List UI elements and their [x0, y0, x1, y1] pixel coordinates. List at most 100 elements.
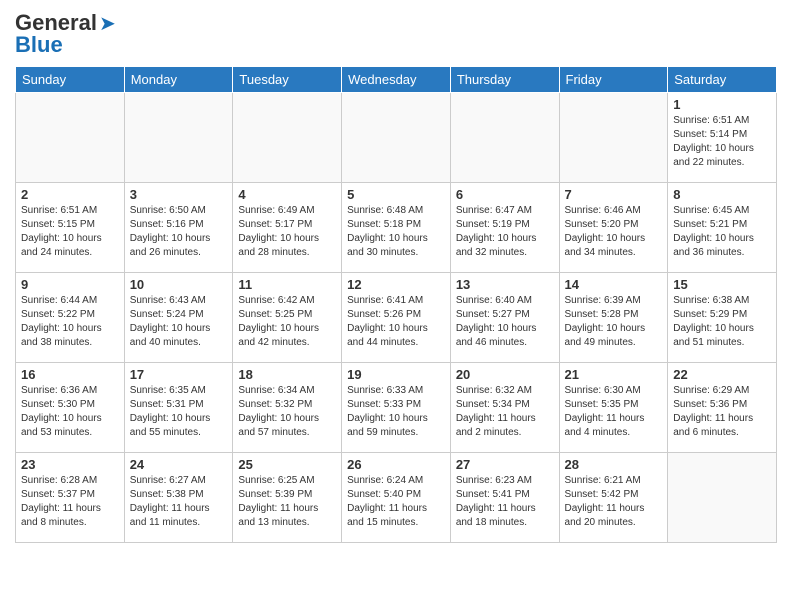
day-number: 11 — [238, 277, 336, 292]
day-info: Sunrise: 6:39 AM Sunset: 5:28 PM Dayligh… — [565, 294, 663, 350]
day-number: 7 — [565, 187, 663, 202]
day-info: Sunrise: 6:30 AM Sunset: 5:35 PM Dayligh… — [565, 384, 663, 440]
day-info: Sunrise: 6:24 AM Sunset: 5:40 PM Dayligh… — [347, 474, 445, 530]
header-monday: Monday — [124, 67, 233, 93]
calendar-cell: 5 Sunrise: 6:48 AM Sunset: 5:18 PM Daylig… — [342, 183, 451, 273]
week-row-0: 1Sunrise: 6:51 AM Sunset: 5:14 PM Daylig… — [16, 93, 777, 183]
day-info: Sunrise: 6:49 AM Sunset: 5:17 PM Dayligh… — [238, 204, 336, 260]
day-number: 3 — [130, 187, 228, 202]
day-number: 17 — [130, 367, 228, 382]
calendar-cell: 10 Sunrise: 6:43 AM Sunset: 5:24 PM Dayli… — [124, 273, 233, 363]
calendar-cell: 23 Sunrise: 6:28 AM Sunset: 5:37 PM Dayli… — [16, 453, 125, 543]
calendar-cell: 27 Sunrise: 6:23 AM Sunset: 5:41 PM Dayli… — [450, 453, 559, 543]
calendar-cell: 22 Sunrise: 6:29 AM Sunset: 5:36 PM Dayli… — [668, 363, 777, 453]
day-info: Sunrise: 6:36 AM Sunset: 5:30 PM Dayligh… — [21, 384, 119, 440]
calendar-cell: 3 Sunrise: 6:50 AM Sunset: 5:16 PM Daylig… — [124, 183, 233, 273]
calendar-cell: 20 Sunrise: 6:32 AM Sunset: 5:34 PM Dayli… — [450, 363, 559, 453]
day-number: 22 — [673, 367, 771, 382]
day-info: Sunrise: 6:33 AM Sunset: 5:33 PM Dayligh… — [347, 384, 445, 440]
day-number: 18 — [238, 367, 336, 382]
calendar-cell — [559, 93, 668, 183]
calendar-cell: 25 Sunrise: 6:25 AM Sunset: 5:39 PM Dayli… — [233, 453, 342, 543]
day-info: Sunrise: 6:35 AM Sunset: 5:31 PM Dayligh… — [130, 384, 228, 440]
day-number: 21 — [565, 367, 663, 382]
calendar-cell: 8Sunrise: 6:45 AM Sunset: 5:21 PM Daylig… — [668, 183, 777, 273]
day-info: Sunrise: 6:21 AM Sunset: 5:42 PM Dayligh… — [565, 474, 663, 530]
calendar-cell — [124, 93, 233, 183]
day-info: Sunrise: 6:44 AM Sunset: 5:22 PM Dayligh… — [21, 294, 119, 350]
day-info: Sunrise: 6:47 AM Sunset: 5:19 PM Dayligh… — [456, 204, 554, 260]
calendar-cell — [16, 93, 125, 183]
day-number: 14 — [565, 277, 663, 292]
day-info: Sunrise: 6:38 AM Sunset: 5:29 PM Dayligh… — [673, 294, 771, 350]
calendar-cell: 9 Sunrise: 6:44 AM Sunset: 5:22 PM Daylig… — [16, 273, 125, 363]
calendar-cell — [668, 453, 777, 543]
calendar-cell: 21 Sunrise: 6:30 AM Sunset: 5:35 PM Dayli… — [559, 363, 668, 453]
day-info: Sunrise: 6:23 AM Sunset: 5:41 PM Dayligh… — [456, 474, 554, 530]
calendar-header-row: SundayMondayTuesdayWednesdayThursdayFrid… — [16, 67, 777, 93]
day-number: 12 — [347, 277, 445, 292]
day-info: Sunrise: 6:29 AM Sunset: 5:36 PM Dayligh… — [673, 384, 771, 440]
logo-bird-icon: ➤ — [99, 11, 116, 36]
day-number: 13 — [456, 277, 554, 292]
header-friday: Friday — [559, 67, 668, 93]
calendar-cell — [233, 93, 342, 183]
day-number: 25 — [238, 457, 336, 472]
week-row-2: 9 Sunrise: 6:44 AM Sunset: 5:22 PM Daylig… — [16, 273, 777, 363]
day-number: 5 — [347, 187, 445, 202]
header-wednesday: Wednesday — [342, 67, 451, 93]
day-info: Sunrise: 6:34 AM Sunset: 5:32 PM Dayligh… — [238, 384, 336, 440]
header-saturday: Saturday — [668, 67, 777, 93]
week-row-3: 16 Sunrise: 6:36 AM Sunset: 5:30 PM Dayli… — [16, 363, 777, 453]
calendar-cell: 14 Sunrise: 6:39 AM Sunset: 5:28 PM Dayli… — [559, 273, 668, 363]
calendar-cell: 4Sunrise: 6:49 AM Sunset: 5:17 PM Daylig… — [233, 183, 342, 273]
logo-blue: Blue — [15, 32, 63, 58]
header: General ➤ Blue — [15, 10, 777, 58]
day-number: 27 — [456, 457, 554, 472]
logo: General ➤ Blue — [15, 10, 116, 58]
day-info: Sunrise: 6:51 AM Sunset: 5:14 PM Dayligh… — [673, 114, 771, 170]
day-number: 8 — [673, 187, 771, 202]
day-info: Sunrise: 6:48 AM Sunset: 5:18 PM Dayligh… — [347, 204, 445, 260]
day-number: 16 — [21, 367, 119, 382]
day-info: Sunrise: 6:46 AM Sunset: 5:20 PM Dayligh… — [565, 204, 663, 260]
calendar-table: SundayMondayTuesdayWednesdayThursdayFrid… — [15, 66, 777, 543]
calendar-cell: 26Sunrise: 6:24 AM Sunset: 5:40 PM Dayli… — [342, 453, 451, 543]
day-number: 15 — [673, 277, 771, 292]
day-info: Sunrise: 6:28 AM Sunset: 5:37 PM Dayligh… — [21, 474, 119, 530]
day-number: 2 — [21, 187, 119, 202]
calendar-cell: 18 Sunrise: 6:34 AM Sunset: 5:32 PM Dayli… — [233, 363, 342, 453]
week-row-4: 23 Sunrise: 6:28 AM Sunset: 5:37 PM Dayli… — [16, 453, 777, 543]
day-info: Sunrise: 6:25 AM Sunset: 5:39 PM Dayligh… — [238, 474, 336, 530]
calendar-cell: 13 Sunrise: 6:40 AM Sunset: 5:27 PM Dayli… — [450, 273, 559, 363]
calendar-cell: 1Sunrise: 6:51 AM Sunset: 5:14 PM Daylig… — [668, 93, 777, 183]
day-number: 20 — [456, 367, 554, 382]
calendar-cell: 2 Sunrise: 6:51 AM Sunset: 5:15 PM Daylig… — [16, 183, 125, 273]
calendar-cell: 19 Sunrise: 6:33 AM Sunset: 5:33 PM Dayli… — [342, 363, 451, 453]
calendar-cell: 7 Sunrise: 6:46 AM Sunset: 5:20 PM Daylig… — [559, 183, 668, 273]
page: General ➤ Blue SundayMondayTuesdayWednes… — [0, 0, 792, 553]
calendar-cell: 11 Sunrise: 6:42 AM Sunset: 5:25 PM Dayli… — [233, 273, 342, 363]
calendar-cell — [342, 93, 451, 183]
day-number: 9 — [21, 277, 119, 292]
day-info: Sunrise: 6:51 AM Sunset: 5:15 PM Dayligh… — [21, 204, 119, 260]
day-number: 24 — [130, 457, 228, 472]
day-info: Sunrise: 6:50 AM Sunset: 5:16 PM Dayligh… — [130, 204, 228, 260]
day-number: 10 — [130, 277, 228, 292]
day-info: Sunrise: 6:40 AM Sunset: 5:27 PM Dayligh… — [456, 294, 554, 350]
week-row-1: 2 Sunrise: 6:51 AM Sunset: 5:15 PM Daylig… — [16, 183, 777, 273]
calendar-cell — [450, 93, 559, 183]
header-thursday: Thursday — [450, 67, 559, 93]
day-info: Sunrise: 6:41 AM Sunset: 5:26 PM Dayligh… — [347, 294, 445, 350]
day-info: Sunrise: 6:42 AM Sunset: 5:25 PM Dayligh… — [238, 294, 336, 350]
calendar-cell: 6Sunrise: 6:47 AM Sunset: 5:19 PM Daylig… — [450, 183, 559, 273]
day-info: Sunrise: 6:32 AM Sunset: 5:34 PM Dayligh… — [456, 384, 554, 440]
calendar-cell: 15 Sunrise: 6:38 AM Sunset: 5:29 PM Dayli… — [668, 273, 777, 363]
day-number: 23 — [21, 457, 119, 472]
calendar-cell: 12 Sunrise: 6:41 AM Sunset: 5:26 PM Dayli… — [342, 273, 451, 363]
day-number: 19 — [347, 367, 445, 382]
calendar-cell: 28Sunrise: 6:21 AM Sunset: 5:42 PM Dayli… — [559, 453, 668, 543]
day-info: Sunrise: 6:43 AM Sunset: 5:24 PM Dayligh… — [130, 294, 228, 350]
calendar-cell: 17 Sunrise: 6:35 AM Sunset: 5:31 PM Dayli… — [124, 363, 233, 453]
header-sunday: Sunday — [16, 67, 125, 93]
